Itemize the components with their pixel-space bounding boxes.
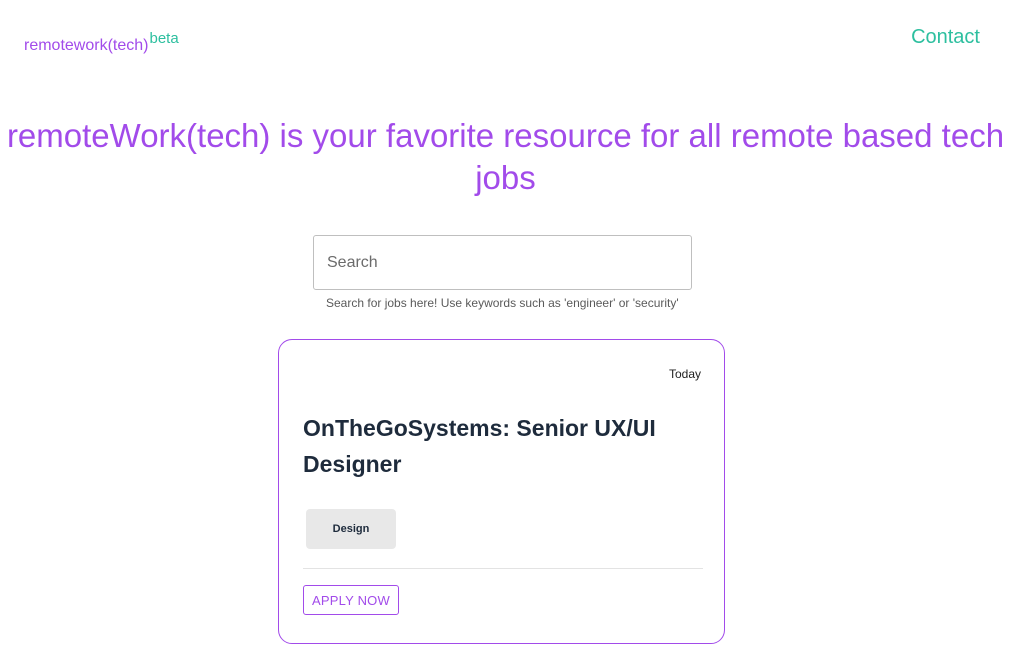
search-section: Search for jobs here! Use keywords such … — [313, 235, 692, 310]
beta-badge: beta — [149, 30, 179, 47]
page: remotework(tech)beta Contact remoteWork(… — [0, 0, 1011, 665]
search-input[interactable] — [313, 235, 692, 290]
logo-text: remotework(tech) — [24, 37, 149, 54]
search-help-text: Search for jobs here! Use keywords such … — [326, 296, 679, 310]
card-divider — [303, 568, 703, 569]
hero-headline: remoteWork(tech) is your favorite resour… — [6, 117, 1005, 196]
contact-link[interactable]: Contact — [911, 26, 980, 49]
job-title: OnTheGoSystems: Senior UX/UI Designer — [303, 415, 656, 477]
apply-now-button[interactable]: APPLY NOW — [303, 585, 399, 615]
job-card: Today OnTheGoSystems: Senior UX/UI Desig… — [278, 339, 725, 644]
job-date: Today — [668, 367, 701, 381]
job-tag: Design — [306, 509, 396, 549]
logo-link[interactable]: remotework(tech)beta — [24, 30, 179, 55]
